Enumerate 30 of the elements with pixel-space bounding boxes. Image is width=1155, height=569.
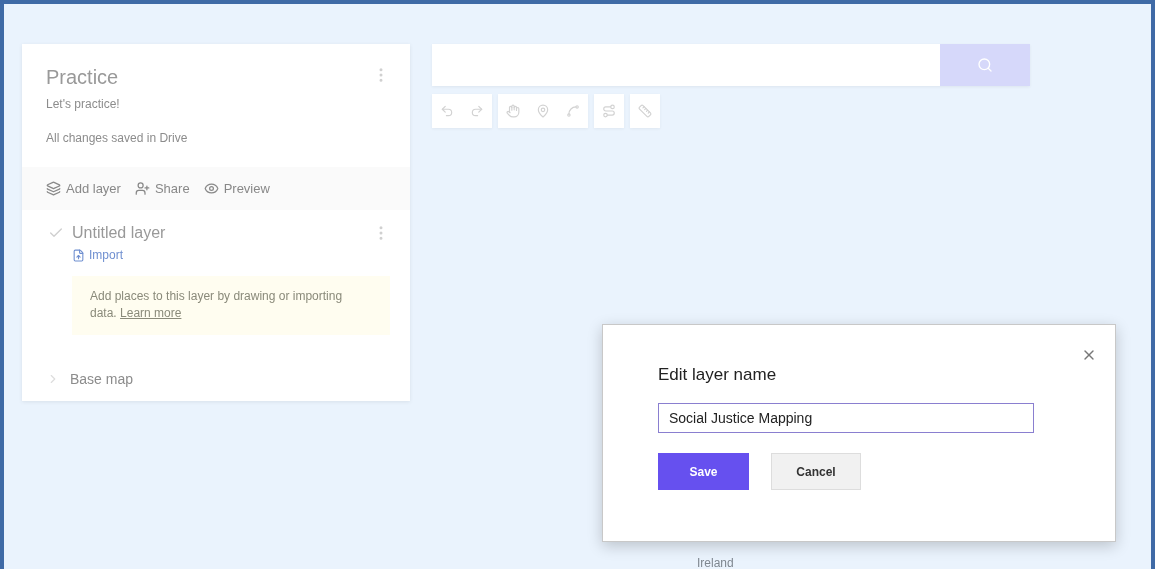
eye-icon: [203, 181, 219, 196]
ruler-icon: [638, 104, 652, 118]
marker-icon: [536, 104, 550, 118]
layers-icon: [46, 181, 61, 196]
action-button[interactable]: Add layer: [46, 181, 121, 196]
redo-icon: [470, 104, 484, 118]
cancel-button[interactable]: Cancel: [771, 453, 861, 490]
action-button[interactable]: Preview: [203, 181, 270, 196]
layer-name-field[interactable]: Social Justice Mapping: [658, 403, 1034, 433]
import-link[interactable]: Import: [72, 248, 390, 262]
add-person-icon: [134, 181, 150, 196]
save-status: All changes saved in Drive: [45, 130, 189, 147]
hand-icon: [506, 104, 520, 118]
route-icon: [602, 104, 616, 118]
search-field[interactable]: [432, 44, 940, 86]
line-icon: [566, 104, 580, 118]
save-button[interactable]: Save: [658, 453, 749, 490]
map-description: Let's practice!: [45, 96, 121, 111]
base-map-label[interactable]: Base map: [70, 370, 134, 387]
layer-hint: Add places to this layer by drawing or importing data. Learn more: [72, 276, 390, 335]
map-place-label: Ireland: [697, 556, 734, 569]
dialog-title: Edit layer name: [658, 365, 778, 385]
undo-icon: [440, 104, 454, 118]
search-icon: [977, 57, 993, 73]
layer-name[interactable]: Untitled layer: [72, 224, 364, 242]
action-button[interactable]: Share: [134, 181, 190, 196]
learn-more-link[interactable]: Learn more: [120, 306, 182, 321]
map-title: Practice: [46, 66, 119, 89]
file-icon: [72, 248, 85, 262]
search-button[interactable]: [940, 44, 1030, 86]
